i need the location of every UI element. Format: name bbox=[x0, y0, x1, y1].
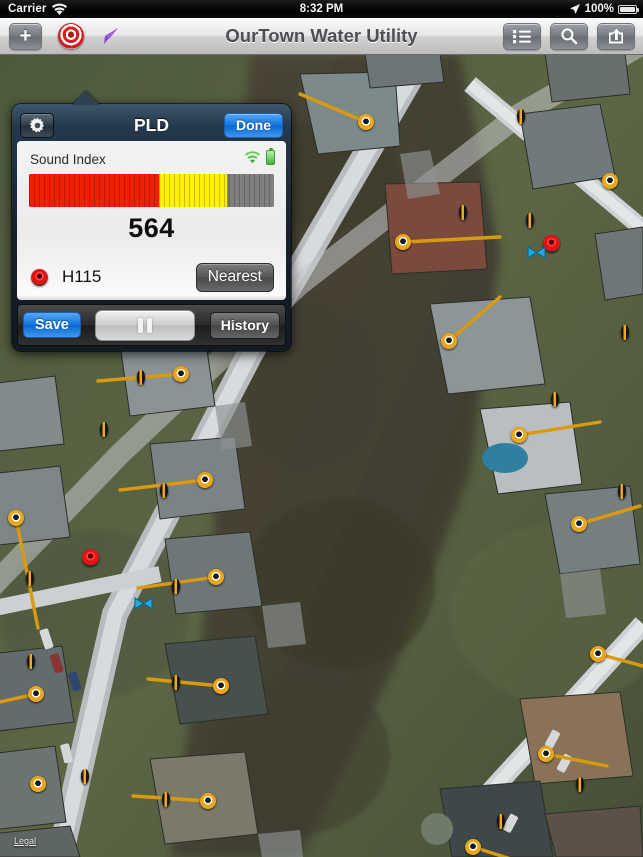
meter-marker[interactable] bbox=[511, 427, 527, 443]
list-button[interactable] bbox=[503, 22, 541, 50]
valve-marker[interactable] bbox=[100, 422, 108, 437]
battery-icon bbox=[618, 4, 639, 14]
valve-marker[interactable] bbox=[526, 213, 534, 228]
valve-marker[interactable] bbox=[26, 571, 34, 586]
done-button[interactable]: Done bbox=[224, 112, 283, 138]
valve-marker[interactable] bbox=[497, 814, 505, 829]
sound-index-card: Sound Index 564 H115 Nearest bbox=[17, 141, 286, 300]
sound-index-bar bbox=[29, 174, 274, 207]
valve-marker[interactable] bbox=[551, 392, 559, 407]
valve-marker[interactable] bbox=[172, 579, 180, 594]
valve-marker[interactable] bbox=[618, 484, 626, 499]
status-bar: Carrier 8:32 PM 100% bbox=[0, 0, 643, 18]
valve-bowtie-icon[interactable] bbox=[134, 597, 153, 610]
sound-index-value: 564 bbox=[128, 213, 175, 243]
valve-marker[interactable] bbox=[160, 483, 168, 498]
hydrant-target-icon[interactable] bbox=[58, 23, 84, 49]
map-view[interactable]: Legal PLD Done Sound Index 564 H115 Near… bbox=[0, 54, 643, 857]
sound-index-label: Sound Index bbox=[30, 152, 106, 167]
save-button[interactable]: Save bbox=[23, 312, 81, 338]
navigation-bar: OurTown Water Utility + bbox=[0, 18, 643, 55]
gear-icon bbox=[29, 117, 44, 132]
pld-popover: PLD Done Sound Index 564 H115 Nearest Sa… bbox=[12, 91, 291, 351]
device-status-icons bbox=[244, 147, 275, 165]
meter-marker[interactable] bbox=[173, 366, 189, 382]
valve-bowtie-icon[interactable] bbox=[527, 246, 546, 259]
battery-percent-label: 100% bbox=[584, 3, 614, 15]
add-button[interactable]: + bbox=[9, 22, 42, 50]
search-icon bbox=[561, 28, 578, 45]
hydrant-marker[interactable] bbox=[82, 549, 99, 566]
search-button[interactable] bbox=[550, 22, 588, 50]
asset-name-label: H115 bbox=[62, 267, 102, 286]
meter-marker[interactable] bbox=[208, 569, 224, 585]
meter-marker[interactable] bbox=[8, 510, 24, 526]
valve-marker[interactable] bbox=[137, 370, 145, 385]
valve-marker[interactable] bbox=[517, 109, 525, 124]
pause-icon bbox=[138, 317, 144, 333]
meter-marker[interactable] bbox=[590, 646, 606, 662]
location-arrow-icon bbox=[569, 4, 580, 14]
valve-marker[interactable] bbox=[621, 325, 629, 340]
ipad-app-screen: Carrier 8:32 PM 100% OurTown Water Utili… bbox=[0, 0, 643, 857]
valve-marker[interactable] bbox=[27, 654, 35, 669]
list-icon bbox=[512, 29, 531, 43]
legal-link[interactable]: Legal bbox=[14, 836, 36, 846]
hydrant-icon bbox=[31, 268, 48, 286]
meter-marker[interactable] bbox=[358, 114, 374, 130]
valve-marker[interactable] bbox=[81, 769, 89, 784]
meter-marker[interactable] bbox=[200, 793, 216, 809]
popover-body: PLD Done Sound Index 564 H115 Nearest Sa… bbox=[12, 104, 291, 351]
wifi-signal-icon bbox=[245, 151, 260, 164]
valve-marker[interactable] bbox=[459, 205, 467, 220]
popover-pointer bbox=[72, 91, 100, 105]
meter-marker[interactable] bbox=[197, 472, 213, 488]
meter-marker[interactable] bbox=[602, 173, 618, 189]
meter-marker[interactable] bbox=[28, 686, 44, 702]
popover-header: PLD Done bbox=[17, 109, 286, 141]
meter-marker[interactable] bbox=[465, 839, 481, 855]
asset-row: H115 Nearest bbox=[29, 262, 274, 292]
meter-marker[interactable] bbox=[441, 333, 457, 349]
pause-icon-second-bar bbox=[147, 317, 153, 333]
valve-marker[interactable] bbox=[162, 792, 170, 807]
meter-marker[interactable] bbox=[30, 776, 46, 792]
status-bar-right: 100% bbox=[569, 0, 639, 18]
pause-button[interactable] bbox=[95, 309, 196, 341]
meter-marker[interactable] bbox=[538, 746, 554, 762]
clock-label: 8:32 PM bbox=[299, 3, 344, 15]
history-button[interactable]: History bbox=[209, 311, 280, 339]
sound-bar-ticks bbox=[29, 174, 274, 207]
popover-toolbar: Save History bbox=[17, 304, 286, 346]
device-battery-icon bbox=[266, 147, 275, 165]
share-button[interactable] bbox=[597, 22, 635, 50]
valve-marker[interactable] bbox=[172, 675, 180, 690]
settings-button[interactable] bbox=[20, 112, 54, 138]
valve-marker[interactable] bbox=[576, 777, 584, 792]
meter-marker[interactable] bbox=[571, 516, 587, 532]
meter-marker[interactable] bbox=[213, 678, 229, 694]
navigation-arrow-icon[interactable] bbox=[100, 25, 122, 47]
nearest-button[interactable]: Nearest bbox=[195, 262, 274, 292]
share-export-icon bbox=[609, 28, 623, 44]
navbar-left-group: + bbox=[9, 18, 122, 54]
meter-marker[interactable] bbox=[395, 234, 411, 250]
navbar-right-group bbox=[503, 18, 635, 54]
status-bar-center: 8:32 PM bbox=[0, 0, 643, 18]
